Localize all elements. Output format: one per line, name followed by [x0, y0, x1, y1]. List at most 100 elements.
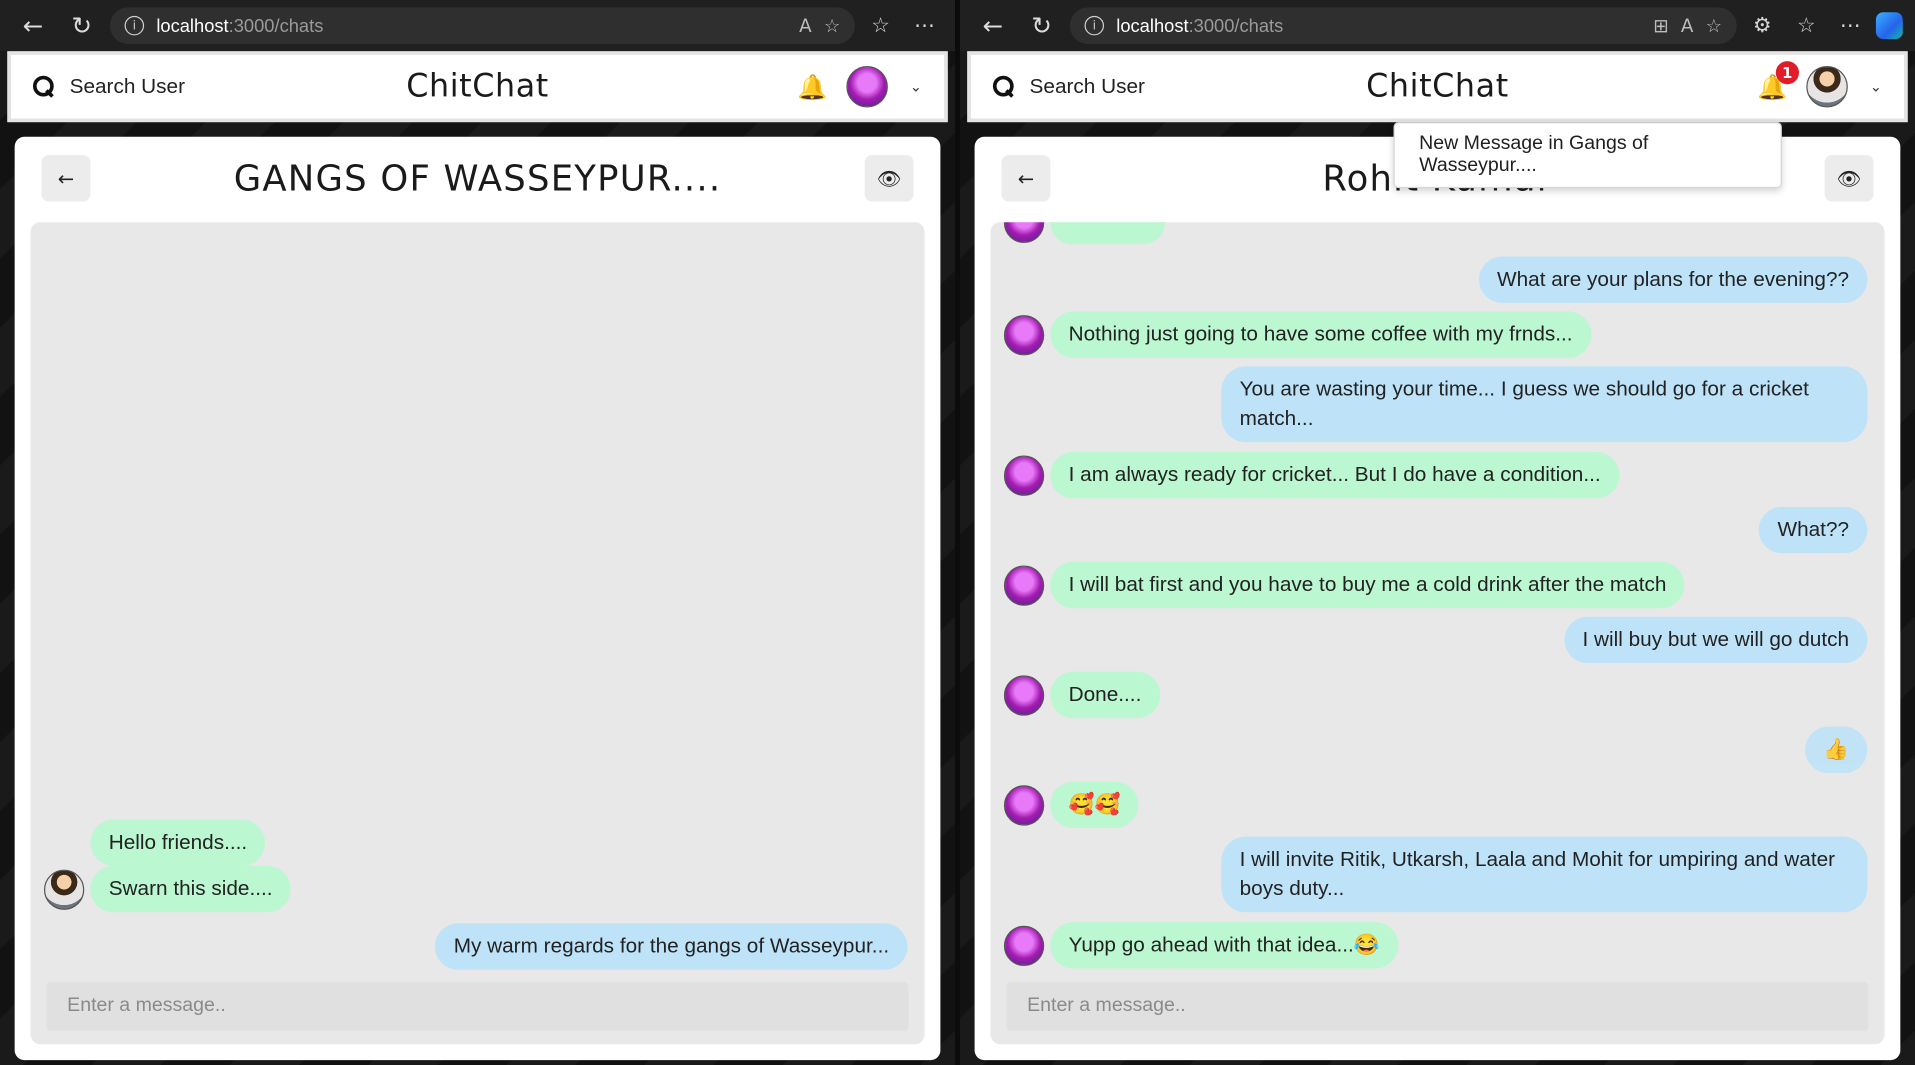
message-row: 🥰🥰: [1003, 781, 1139, 829]
refresh-icon[interactable]: ↻: [1021, 7, 1063, 44]
message-row: Yupp go ahead with that idea...😂: [1003, 922, 1398, 969]
search-user-button[interactable]: Search User: [992, 74, 1145, 98]
sender-avatar[interactable]: [1003, 925, 1045, 966]
message-bubble: I will invite Ritik, Utkarsh, Laala and …: [1221, 836, 1868, 913]
arrow-left-icon: ←: [1017, 166, 1035, 190]
browser-toolbar: ← ↻ i localhost:3000/chats A ☆ ☆ ⋯: [0, 0, 956, 52]
profile-avatar[interactable]: [846, 65, 888, 108]
browser-window-left: ← ↻ i localhost:3000/chats A ☆ ☆ ⋯ Searc…: [0, 0, 956, 1065]
chat-panel: ← GANGS OF WASSEYPUR.... 👁 Hello friends…: [14, 136, 941, 1061]
bell-icon[interactable]: 🔔: [797, 72, 827, 101]
favorite-star-icon[interactable]: ☆: [824, 15, 840, 37]
chat-app: Search User ChitChat 🔔 1 ⌄ New Message i…: [959, 51, 1915, 1065]
message-bubble: I will bat first and you have to buy me …: [1050, 561, 1685, 609]
search-icon: [992, 75, 1015, 98]
chat-title: GANGS OF WASSEYPUR....: [233, 157, 722, 200]
message-bubble: Done....: [1050, 671, 1160, 719]
sender-avatar[interactable]: [1003, 564, 1045, 606]
message-row: What are your plans for the evening??: [1478, 256, 1868, 303]
view-details-button[interactable]: 👁: [864, 155, 914, 202]
notification-badge: 1: [1775, 61, 1799, 85]
read-aloud-icon[interactable]: A: [799, 15, 812, 37]
extensions-icon[interactable]: ⚙: [1744, 13, 1781, 37]
message-row: I will bat first and you have to buy me …: [1003, 561, 1685, 609]
message-row: I will buy but we will go dutch: [1564, 616, 1868, 664]
message-bubble: You are wasting your time... I guess we …: [1221, 366, 1868, 443]
chat-panel: ← Rohit Kumar 👁 What are your plans for …: [974, 136, 1901, 1061]
back-button[interactable]: ←: [41, 155, 91, 202]
favorites-icon[interactable]: ☆: [1788, 13, 1825, 37]
message-input[interactable]: [46, 981, 909, 1031]
message-row: Nothing just going to have some coffee w…: [1003, 311, 1591, 358]
favorite-star-icon[interactable]: ☆: [1706, 15, 1722, 37]
favorites-icon[interactable]: ☆: [862, 13, 899, 37]
message-row: I will invite Ritik, Utkarsh, Laala and …: [1221, 836, 1868, 913]
copilot-icon[interactable]: [1875, 12, 1903, 40]
message-bubble: I am always ready for cricket... But I d…: [1050, 451, 1619, 499]
search-user-button[interactable]: Search User: [32, 74, 186, 98]
app-brand: ChitChat: [1366, 68, 1509, 106]
back-button[interactable]: ←: [1001, 155, 1051, 202]
view-details-button[interactable]: 👁: [1824, 155, 1874, 202]
url-host: localhost: [1116, 15, 1189, 37]
sender-avatar[interactable]: [1003, 784, 1045, 825]
message-row: 👍: [1804, 726, 1868, 774]
search-label: Search User: [69, 74, 186, 98]
more-menu-icon[interactable]: ⋯: [906, 13, 943, 37]
address-bar[interactable]: i localhost:3000/chats A ☆: [109, 7, 855, 44]
chevron-down-icon[interactable]: ⌄: [910, 78, 922, 95]
chevron-down-icon[interactable]: ⌄: [1870, 78, 1882, 95]
app-brand: ChitChat: [406, 68, 549, 106]
read-aloud-icon[interactable]: A: [1681, 15, 1694, 37]
sender-avatar[interactable]: [1003, 454, 1045, 496]
message-bubble: 🥰🥰: [1050, 781, 1139, 829]
sender-avatar[interactable]: [1003, 314, 1045, 355]
sender-avatar[interactable]: [43, 868, 85, 910]
site-info-icon[interactable]: i: [1084, 15, 1105, 36]
message-row: You are wasting your time... I guess we …: [1221, 366, 1868, 443]
message-bubble: Yupp go ahead with that idea...😂: [1050, 922, 1398, 969]
message-area: What are your plans for the evening?? No…: [990, 222, 1885, 1045]
message-row: What??: [1759, 506, 1868, 554]
back-arrow-icon[interactable]: ←: [972, 7, 1014, 44]
message-row: [1003, 222, 1166, 245]
url-host: localhost: [156, 15, 229, 37]
profile-avatar[interactable]: [1806, 65, 1848, 108]
chat-app: Search User ChitChat 🔔 ⌄ ← GANGS OF WASS…: [0, 51, 956, 1065]
notification-dropdown-item[interactable]: New Message in Gangs of Wasseypur....: [1393, 122, 1782, 189]
message-bubble: What??: [1759, 506, 1868, 554]
url-path: :3000/chats: [1188, 15, 1284, 37]
message-bubble: Hello friends....: [90, 819, 266, 866]
site-info-icon[interactable]: i: [124, 15, 145, 36]
message-row: My warm regards for the gangs of Wasseyp…: [435, 923, 908, 970]
address-bar[interactable]: i localhost:3000/chats ⊞ A ☆: [1069, 7, 1737, 44]
browser-toolbar: ← ↻ i localhost:3000/chats ⊞ A ☆ ⚙ ☆ ⋯: [959, 0, 1915, 52]
message-bubble: Swarn this side....: [90, 865, 291, 913]
arrow-left-icon: ←: [57, 166, 75, 190]
chat-header: ← GANGS OF WASSEYPUR.... 👁: [15, 137, 941, 220]
message-row: Hello friends....: [44, 819, 266, 866]
eye-icon: 👁: [1836, 166, 1862, 190]
sender-avatar[interactable]: [1003, 674, 1045, 716]
search-icon: [32, 75, 55, 98]
bell-icon[interactable]: 🔔 1: [1757, 61, 1799, 101]
message-bubble: 👍: [1804, 726, 1868, 774]
message-bubble: I will buy but we will go dutch: [1564, 616, 1868, 664]
back-arrow-icon[interactable]: ←: [12, 7, 54, 44]
browser-window-right: ← ↻ i localhost:3000/chats ⊞ A ☆ ⚙ ☆ ⋯ S…: [959, 0, 1915, 1065]
message-bubble: What are your plans for the evening??: [1478, 256, 1868, 303]
app-grid-icon[interactable]: ⊞: [1653, 15, 1668, 37]
app-header: Search User ChitChat 🔔 1 ⌄: [967, 51, 1908, 123]
message-row: Done....: [1003, 671, 1160, 719]
app-header: Search User ChitChat 🔔 ⌄: [7, 51, 948, 123]
message-bubble: [1050, 222, 1166, 245]
search-label: Search User: [1029, 74, 1145, 98]
message-input[interactable]: [1006, 981, 1869, 1031]
url-path: :3000/chats: [228, 15, 324, 37]
sender-avatar[interactable]: [1003, 222, 1045, 243]
message-bubble: My warm regards for the gangs of Wasseyp…: [435, 923, 908, 970]
message-row: I am always ready for cricket... But I d…: [1003, 451, 1619, 499]
refresh-icon[interactable]: ↻: [61, 7, 103, 44]
message-bubble: Nothing just going to have some coffee w…: [1050, 311, 1591, 358]
more-menu-icon[interactable]: ⋯: [1832, 13, 1869, 37]
